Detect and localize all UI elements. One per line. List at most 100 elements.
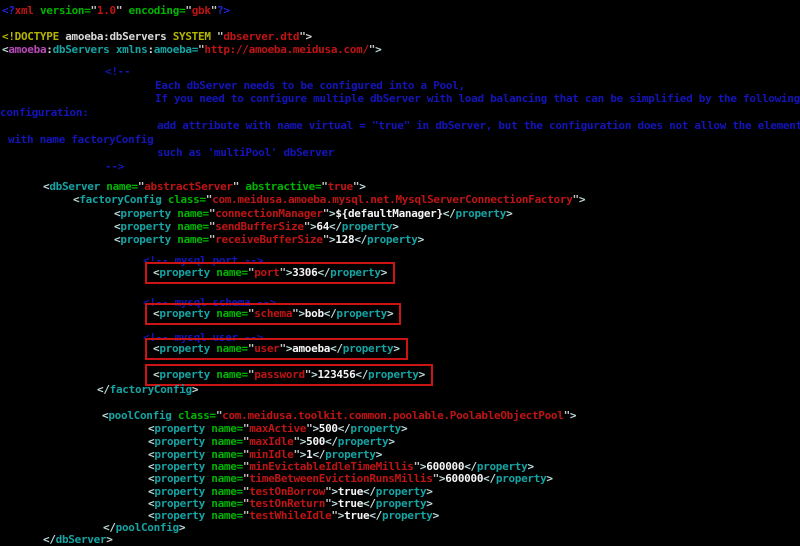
syntax-token-val: true xyxy=(327,180,354,193)
syntax-token-br: > xyxy=(569,409,577,422)
syntax-token-tag: property xyxy=(120,207,171,220)
syntax-token-br: > xyxy=(178,521,186,534)
code-line: <poolConfig class="com.meidusa.toolkit.c… xyxy=(102,409,577,422)
syntax-token-com: with name factoryConfig xyxy=(8,133,154,146)
highlight-box: <property name="port">3306</property> xyxy=(145,262,396,284)
syntax-token-tag: factoryConfig xyxy=(109,383,193,396)
code-line: <dbServer name="abstractServer" abstract… xyxy=(43,180,366,193)
syntax-token-blue: <? xyxy=(2,4,15,17)
code-line: <!DOCTYPE amoeba:dbServers SYSTEM "dbser… xyxy=(2,30,312,43)
syntax-token-br: > xyxy=(387,307,394,320)
syntax-token-attr: name= xyxy=(216,342,248,355)
syntax-token-br: </ xyxy=(337,422,351,435)
syntax-token-wht: amoeba:dbServers xyxy=(58,30,173,43)
syntax-token-br: > xyxy=(417,233,425,246)
syntax-token-br: </ xyxy=(442,207,456,220)
syntax-token-attr: class= xyxy=(177,409,216,422)
syntax-token-tag: property xyxy=(337,435,389,448)
syntax-token-val: http://amoeba.meidusa.com/ xyxy=(204,43,369,56)
syntax-token-val: 1.0 xyxy=(96,4,116,17)
syntax-token-tag: property xyxy=(159,266,210,279)
terminal-code-editor: <?xml version="1.0" encoding="gbk"?> <!DO… xyxy=(0,0,800,546)
syntax-token-attr: name= xyxy=(216,368,248,381)
syntax-token-val: password xyxy=(254,368,305,381)
code-line: --> xyxy=(105,160,124,173)
syntax-token-attr: name= xyxy=(106,180,138,193)
syntax-token-tag: property xyxy=(341,220,393,233)
syntax-token-attr: version= xyxy=(39,4,91,17)
syntax-token-attr: name= xyxy=(211,472,243,485)
syntax-token-br: > xyxy=(106,533,113,546)
syntax-token-tag: property xyxy=(159,307,210,320)
syntax-token-val: port xyxy=(254,266,280,279)
syntax-token-tag: property xyxy=(154,472,205,485)
syntax-token-br: </ xyxy=(329,220,342,233)
syntax-token-tag: property xyxy=(350,422,401,435)
syntax-token-tag: xmlns xyxy=(115,43,148,56)
syntax-token-tag: dbServers xyxy=(52,43,110,56)
syntax-token-val: schema xyxy=(254,307,293,320)
code-line-highlighted: <property name="port">3306</property> xyxy=(145,262,396,284)
syntax-token-val: xml xyxy=(14,4,34,17)
syntax-token-br: > xyxy=(380,266,388,279)
syntax-token-com: such as 'multiPool' dbServer xyxy=(157,146,335,159)
code-line: with name factoryConfig xyxy=(8,133,154,146)
code-line-highlighted: <property name="user">amoeba</property> xyxy=(145,338,408,360)
syntax-token-br: </ xyxy=(369,509,383,522)
syntax-token-com: --> xyxy=(105,160,124,173)
syntax-token-val: timeBetweenEvictionRunsMillis xyxy=(249,472,433,485)
syntax-token-txt: amoeba xyxy=(292,342,331,355)
syntax-token-val: testWhileIdle xyxy=(249,509,332,522)
syntax-token-tag: poolConfig xyxy=(108,409,172,422)
syntax-token-br: </ xyxy=(43,533,56,546)
syntax-token-br: > xyxy=(546,472,553,485)
syntax-token-br: > xyxy=(375,43,382,56)
syntax-token-br: > xyxy=(388,435,395,448)
code-line: <property name="maxActive">500</property… xyxy=(148,422,408,435)
code-line: configuration: xyxy=(0,106,89,119)
syntax-token-txt: bob xyxy=(304,307,324,320)
syntax-token-attr: encoding= xyxy=(128,4,186,17)
syntax-token-attr: name= xyxy=(211,422,243,435)
syntax-token-attr: name= xyxy=(211,509,243,522)
code-line: <!-- xyxy=(105,65,131,78)
syntax-token-attr: name= xyxy=(216,307,248,320)
syntax-token-tag: property xyxy=(154,422,205,435)
syntax-token-val: dbserver.dtd xyxy=(223,30,300,43)
syntax-token-br: </ xyxy=(97,383,110,396)
syntax-token-br: </ xyxy=(323,307,337,320)
syntax-token-com: Each dbServer needs to be configured int… xyxy=(155,79,465,92)
syntax-token-txt: ${defaultManager} xyxy=(335,207,443,220)
syntax-token-tag: amoeba= xyxy=(153,43,199,56)
syntax-token-br: </ xyxy=(317,266,331,279)
syntax-token-attr: name= xyxy=(211,435,243,448)
code-line: add attribute with name virtual = "true"… xyxy=(157,119,800,132)
syntax-token-val: com.meidusa.amoeba.mysql.net.MysqlServer… xyxy=(212,193,573,206)
code-line: <property name="testWhileIdle">true</pro… xyxy=(148,509,439,522)
syntax-token-attr: class= xyxy=(167,193,206,206)
syntax-token-com: add attribute with name virtual = "true"… xyxy=(157,119,800,132)
syntax-token-attr: abstractive= xyxy=(245,180,322,193)
syntax-token-yel: <!DOCTYPE xyxy=(2,30,59,43)
code-line: <?xml version="1.0" encoding="gbk"?> xyxy=(2,4,230,17)
syntax-token-val: abstractServer xyxy=(144,180,233,193)
syntax-token-tag: property xyxy=(495,472,547,485)
syntax-token-tag: property xyxy=(120,233,171,246)
syntax-token-txt: 128 xyxy=(335,233,355,246)
syntax-token-txt: 3306 xyxy=(292,266,318,279)
syntax-token-mag: amoeba xyxy=(8,43,47,56)
syntax-token-txt: true xyxy=(344,509,370,522)
syntax-token-br: </ xyxy=(355,368,369,381)
syntax-token-tag: dbServer xyxy=(55,533,107,546)
syntax-token-br: > xyxy=(432,509,440,522)
syntax-token-txt: 64 xyxy=(316,220,330,233)
syntax-token-com: <!-- xyxy=(105,65,131,78)
code-line: <property name="connectionManager">${def… xyxy=(114,207,513,220)
syntax-token-tag: property xyxy=(159,368,210,381)
syntax-token-attr: name= xyxy=(216,266,248,279)
syntax-token-val: connectionManager xyxy=(215,207,323,220)
syntax-token-tag: poolConfig xyxy=(115,521,180,534)
syntax-token-tag: property xyxy=(330,266,381,279)
syntax-token-br: </ xyxy=(325,435,338,448)
syntax-token-br: > xyxy=(578,193,586,206)
